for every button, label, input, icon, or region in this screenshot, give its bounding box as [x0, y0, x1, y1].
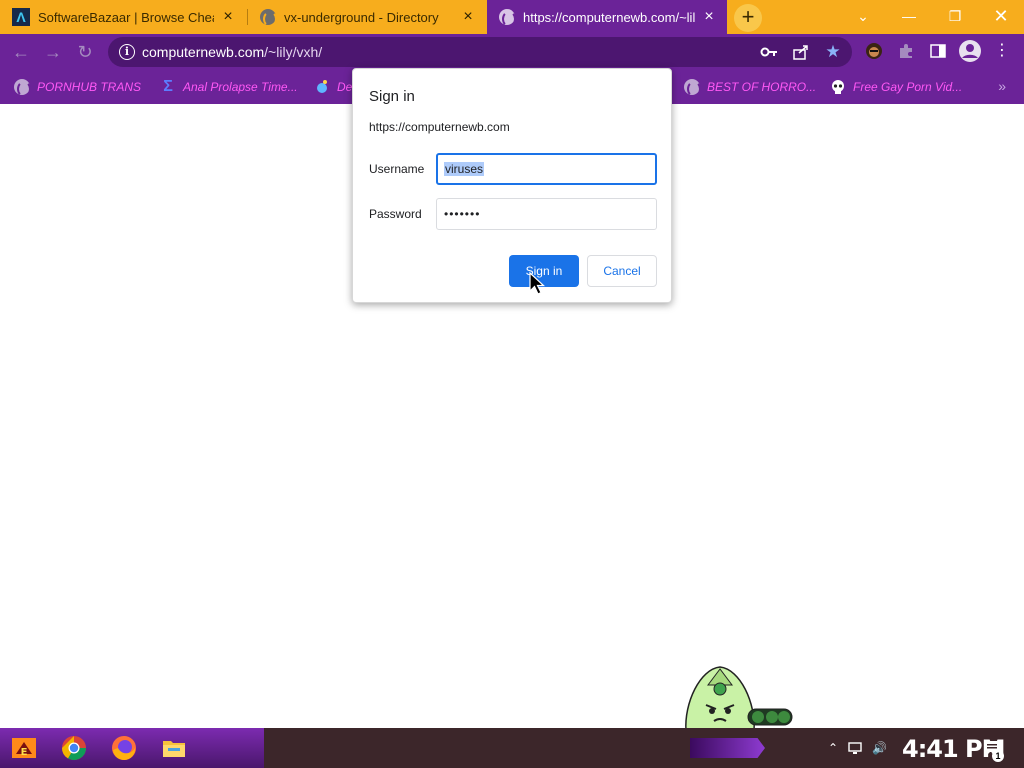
key-icon[interactable] — [760, 43, 778, 61]
dialog-origin: https://computernewb.com — [369, 120, 510, 134]
tab-title: SoftwareBazaar | Browse Chea — [38, 9, 214, 25]
profile-avatar-icon[interactable] — [958, 39, 982, 63]
password-field[interactable]: ••••••• — [436, 198, 657, 230]
file-explorer-icon[interactable] — [160, 734, 188, 762]
url-host: computernewb.com — [142, 44, 265, 60]
close-window-icon[interactable]: ✕ — [978, 0, 1024, 34]
url-path: /~lily/vxh/ — [264, 44, 323, 60]
kebab-menu-icon[interactable]: ⋮ — [992, 41, 1012, 61]
globe-icon — [684, 79, 701, 97]
address-bar[interactable]: i computernewb.com/~lily/vxh/ ★ — [108, 37, 852, 67]
bubble-icon — [314, 79, 330, 95]
tab-title: https://computernewb.com/~lil — [523, 9, 695, 25]
password-value: ••••••• — [444, 207, 481, 221]
bookmark-label: De — [337, 80, 353, 94]
bookmark-item[interactable]: De — [314, 78, 352, 96]
system-tray: ⌃ 🔊 4:41 PM 1 — [690, 734, 1024, 763]
globe-icon — [499, 9, 516, 27]
extensions-puzzle-icon[interactable] — [896, 41, 916, 61]
username-label: Username — [369, 162, 425, 176]
username-field[interactable]: viruses — [436, 153, 657, 185]
taskbar-pinned-area: E — [0, 728, 264, 768]
restore-icon[interactable]: ❐ — [932, 0, 978, 34]
bookmark-item[interactable]: PORNHUB TRANS — [14, 78, 142, 97]
tab-strip: Λ SoftwareBazaar | Browse Chea × vx-unde… — [0, 0, 1024, 34]
profile-extension-icon[interactable] — [864, 41, 884, 61]
close-icon[interactable]: × — [460, 9, 476, 25]
softwarebazaar-logo-icon: Λ — [12, 8, 30, 26]
close-icon[interactable]: × — [220, 9, 236, 25]
skull-icon — [830, 79, 846, 95]
tab-search-icon[interactable]: ⌄ — [840, 0, 886, 34]
svg-text:E: E — [21, 747, 28, 758]
bookmark-item[interactable]: BEST OF HORRO... — [684, 78, 817, 97]
new-tab-button[interactable]: + — [734, 4, 762, 32]
side-panel-icon[interactable] — [928, 41, 948, 61]
tab-vx-underground[interactable]: vx-underground - Directory × — [248, 0, 486, 34]
firefox-icon[interactable] — [110, 734, 138, 762]
share-icon[interactable] — [792, 43, 810, 61]
browser-toolbar: ← → ↻ i computernewb.com/~lily/vxh/ ★ ⋮ — [0, 34, 1024, 70]
notification-count-badge: 1 — [992, 750, 1004, 762]
chevron-up-icon[interactable]: ⌃ — [826, 741, 840, 755]
sign-in-dialog: Sign in https://computernewb.com Usernam… — [352, 68, 672, 303]
url-text[interactable]: computernewb.com/~lily/vxh/ — [142, 44, 322, 60]
network-icon[interactable] — [848, 741, 862, 755]
volume-icon[interactable]: 🔊 — [872, 741, 887, 755]
reload-icon[interactable]: ↻ — [72, 40, 98, 64]
tab-softwarebazaar[interactable]: Λ SoftwareBazaar | Browse Chea × — [0, 0, 246, 34]
password-label: Password — [369, 207, 422, 221]
mascot-character-icon — [685, 666, 793, 732]
sigma-icon: Σ — [163, 78, 173, 95]
start-button-icon[interactable]: E — [10, 734, 38, 762]
bookmark-label: PORNHUB TRANS — [37, 80, 142, 94]
bookmark-label: Free Gay Porn Vid... — [853, 80, 963, 94]
bookmark-label: BEST OF HORRO... — [707, 80, 817, 94]
username-value: viruses — [444, 162, 485, 176]
bookmark-label: Anal Prolapse Time... — [183, 80, 298, 94]
bookmark-item[interactable]: Free Gay Porn Vid... — [830, 78, 962, 96]
minimize-icon[interactable]: — — [886, 0, 932, 34]
globe-icon — [14, 79, 31, 97]
bookmark-star-icon[interactable]: ★ — [824, 43, 842, 61]
mouse-cursor-icon — [529, 272, 545, 295]
bookmarks-overflow-button[interactable]: » — [998, 78, 1006, 94]
dialog-title: Sign in — [369, 88, 415, 105]
cancel-button[interactable]: Cancel — [587, 255, 657, 287]
tray-decoration — [690, 738, 765, 758]
chrome-icon[interactable] — [60, 734, 88, 762]
bookmark-item[interactable]: Σ Anal Prolapse Time... — [160, 78, 298, 96]
site-info-icon[interactable]: i — [119, 44, 135, 60]
close-icon[interactable]: × — [701, 9, 717, 25]
taskbar: E ⌃ 🔊 4:41 PM 1 — [0, 728, 1024, 768]
globe-icon — [260, 9, 277, 27]
tab-computernewb[interactable]: https://computernewb.com/~lil × — [487, 0, 727, 34]
forward-icon[interactable]: → — [40, 40, 66, 64]
tab-title: vx-underground - Directory — [284, 9, 439, 25]
back-icon[interactable]: ← — [8, 40, 34, 64]
